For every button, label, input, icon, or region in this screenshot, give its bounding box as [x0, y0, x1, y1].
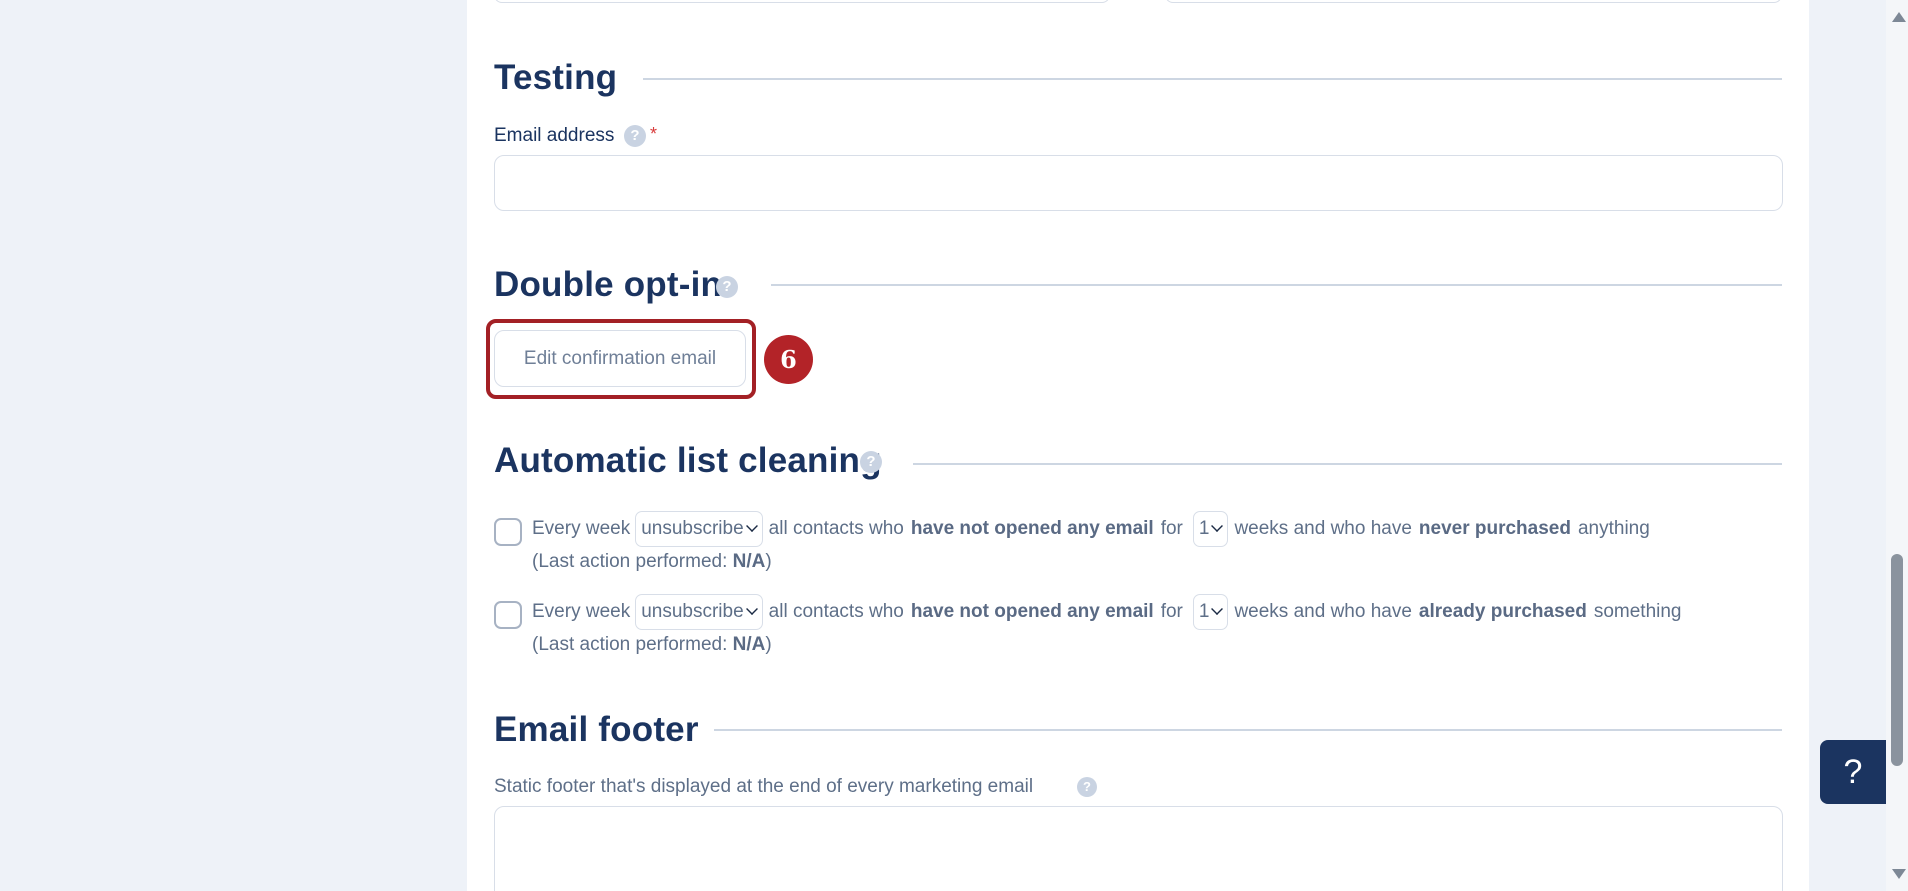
step-number-badge: 6 — [764, 335, 813, 384]
list-cleaning-help-icon[interactable]: ? — [860, 451, 882, 473]
last-action-info: (Last action performed: N/A) — [532, 630, 772, 660]
chevron-down-icon — [745, 603, 758, 615]
list-cleaning-heading: Automatic list cleaning — [494, 441, 882, 480]
testing-divider — [643, 78, 1782, 80]
scroll-up-arrow-icon[interactable] — [1892, 12, 1906, 22]
static-footer-textarea[interactable] — [494, 806, 1783, 891]
scroll-down-arrow-icon[interactable] — [1892, 869, 1906, 879]
weeks-select[interactable]: 1 — [1192, 511, 1229, 547]
chevron-down-icon — [745, 520, 758, 532]
chevron-down-icon — [1211, 603, 1224, 615]
static-footer-label: Static footer that's displayed at the en… — [494, 776, 1034, 797]
last-action-suffix: ) — [765, 634, 772, 655]
email-footer-divider — [714, 729, 1782, 731]
chevron-down-icon — [1211, 520, 1224, 532]
double-opt-in-help-icon[interactable]: ? — [716, 276, 738, 298]
cleaning-rule-checkbox[interactable] — [494, 601, 522, 629]
cleaning-rule-checkbox[interactable] — [494, 518, 522, 546]
list-cleaning-divider — [913, 463, 1782, 465]
email-footer-heading: Email footer — [494, 710, 699, 749]
rule-emphasis-not-opened: have not opened any email — [910, 601, 1154, 622]
rule-after-weeks: weeks and who have — [1234, 518, 1412, 539]
email-address-label: Email address — [494, 125, 615, 146]
action-select-value: unsubscribe — [641, 601, 744, 622]
rule-suffix: anything — [1577, 518, 1650, 539]
cleaning-rule-text: Every week unsubscribe all contacts who … — [532, 594, 1682, 630]
weeks-select-value: 1 — [1198, 601, 1210, 622]
required-asterisk: * — [650, 124, 658, 144]
weeks-select[interactable]: 1 — [1192, 594, 1229, 630]
help-widget-button[interactable]: ? — [1820, 740, 1886, 804]
rule-after-weeks: weeks and who have — [1234, 601, 1412, 622]
double-opt-in-heading: Double opt-in — [494, 265, 723, 304]
previous-field-right[interactable] — [1165, 0, 1782, 3]
last-action-prefix: (Last action performed: — [532, 634, 733, 655]
rule-emphasis-purchase: already purchased — [1418, 601, 1587, 622]
action-select-value: unsubscribe — [641, 518, 744, 539]
scrollbar-thumb[interactable] — [1891, 554, 1903, 766]
previous-field-left[interactable] — [494, 0, 1110, 3]
cleaning-rule-text: Every week unsubscribe all contacts who … — [532, 511, 1650, 547]
last-action-prefix: (Last action performed: — [532, 551, 733, 572]
last-action-value: N/A — [732, 551, 766, 572]
rule-prefix: Every week — [532, 518, 631, 539]
rule-for: for — [1160, 518, 1183, 539]
rule-for: for — [1160, 601, 1183, 622]
rule-prefix: Every week — [532, 601, 631, 622]
page-scrollbar[interactable] — [1886, 0, 1908, 891]
action-select[interactable]: unsubscribe — [635, 594, 763, 630]
static-footer-help-icon[interactable]: ? — [1077, 777, 1097, 797]
test-email-input[interactable] — [494, 155, 1783, 211]
email-help-icon[interactable]: ? — [624, 125, 646, 147]
rule-emphasis-purchase: never purchased — [1418, 518, 1571, 539]
rule-middle: all contacts who — [768, 601, 904, 622]
testing-heading: Testing — [494, 58, 618, 97]
last-action-info: (Last action performed: N/A) — [532, 547, 772, 577]
edit-confirmation-email-button[interactable]: Edit confirmation email — [494, 330, 746, 387]
last-action-value: N/A — [732, 634, 766, 655]
weeks-select-value: 1 — [1198, 518, 1210, 539]
rule-emphasis-not-opened: have not opened any email — [910, 518, 1154, 539]
last-action-suffix: ) — [765, 551, 772, 572]
rule-suffix: something — [1593, 601, 1682, 622]
action-select[interactable]: unsubscribe — [635, 511, 763, 547]
double-opt-in-divider — [771, 284, 1782, 286]
rule-middle: all contacts who — [768, 518, 904, 539]
